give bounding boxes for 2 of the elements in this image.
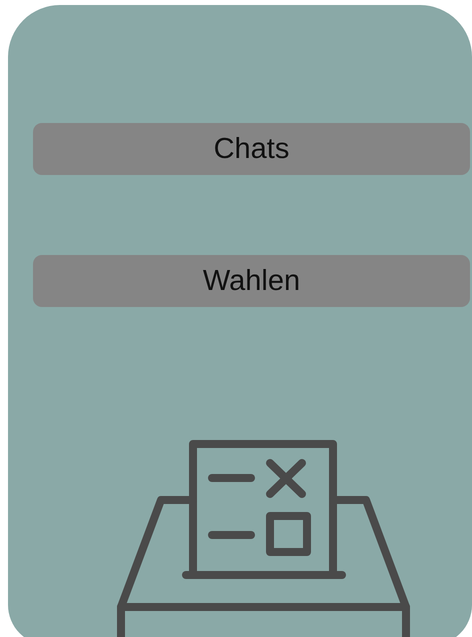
menu-button[interactable]: Wahlen bbox=[33, 255, 470, 307]
menu-button[interactable]: Chats bbox=[33, 123, 470, 175]
